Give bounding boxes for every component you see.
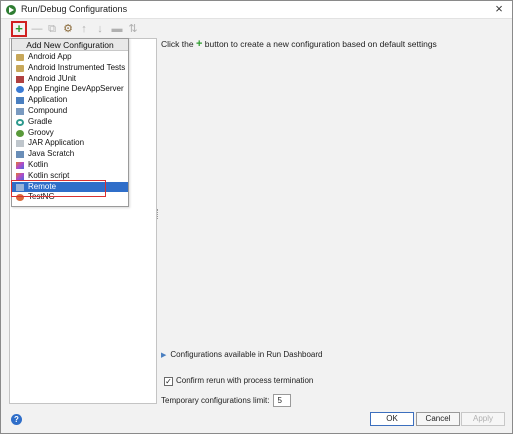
junit-icon — [16, 75, 24, 83]
kotlin-script-icon — [16, 172, 24, 180]
popup-item-label: Application — [28, 95, 68, 105]
android-icon — [16, 54, 24, 61]
popup-header: Add New Configuration — [12, 39, 128, 51]
appengine-icon — [16, 86, 24, 94]
confirm-rerun-row: ✓ Confirm rerun with process termination — [164, 375, 313, 387]
testng-icon — [16, 194, 24, 202]
confirm-rerun-checkbox[interactable]: ✓ — [164, 377, 173, 386]
apply-button[interactable]: Apply — [461, 412, 505, 426]
panel-splitter[interactable] — [157, 209, 159, 219]
popup-item-app-engine[interactable]: App Engine DevAppServer — [12, 84, 128, 95]
plus-icon: + — [195, 38, 203, 50]
temp-limit-label: Temporary configurations limit: — [161, 396, 270, 405]
configuration-type-list: Android App Android Instrumented Tests A… — [12, 52, 128, 203]
confirm-rerun-label: Confirm rerun with process termination — [176, 376, 314, 385]
dashboard-label: Configurations available in Run Dashboar… — [170, 350, 323, 359]
groovy-icon — [16, 129, 24, 137]
sort-icon[interactable]: ⇅ — [126, 22, 140, 36]
run-icon — [6, 5, 16, 15]
minus-icon[interactable]: — — [30, 22, 44, 36]
gradle-icon — [16, 118, 24, 126]
window-title: Run/Debug Configurations — [21, 4, 128, 14]
popup-item-jar-application[interactable]: JAR Application — [12, 138, 128, 149]
run-debug-configurations-dialog: Run/Debug Configurations × + — ⧉ ⚙ ↑ ↓ ▬… — [0, 0, 513, 434]
popup-item-kotlin-script[interactable]: Kotlin script — [12, 171, 128, 182]
popup-item-label: Android Instrumented Tests — [28, 62, 126, 72]
popup-item-label: Gradle — [28, 116, 53, 126]
empty-state-hint: Click the + button to create a new confi… — [161, 38, 437, 50]
popup-item-label: Groovy — [28, 127, 54, 137]
popup-item-gradle[interactable]: Gradle — [12, 117, 128, 128]
title-bar: Run/Debug Configurations × — [1, 1, 512, 19]
popup-item-java-scratch[interactable]: Java Scratch — [12, 149, 128, 160]
close-icon[interactable]: × — [492, 2, 506, 16]
popup-item-label: Kotlin — [28, 159, 49, 169]
arrow-up-icon[interactable]: ↑ — [77, 22, 91, 36]
plus-icon[interactable]: + — [11, 21, 27, 37]
android-icon — [16, 64, 24, 72]
jar-icon — [16, 140, 24, 148]
ok-button[interactable]: OK — [370, 412, 414, 426]
popup-item-label: Kotlin script — [28, 170, 70, 180]
wrench-icon[interactable]: ⚙ — [61, 22, 75, 36]
application-icon — [16, 97, 24, 105]
compound-icon — [16, 107, 24, 115]
temp-limit-row: Temporary configurations limit: 5 — [161, 394, 292, 408]
popup-item-label: Remote — [28, 181, 57, 191]
help-icon[interactable]: ? — [11, 414, 22, 425]
temp-limit-input[interactable]: 5 — [273, 394, 292, 407]
arrow-down-icon[interactable]: ↓ — [93, 22, 107, 36]
popup-item-label: JAR Application — [28, 138, 85, 148]
popup-item-compound[interactable]: Compound — [12, 106, 128, 117]
popup-item-groovy[interactable]: Groovy — [12, 128, 128, 139]
add-new-configuration-popup: Add New Configuration Android App Androi… — [11, 38, 129, 207]
popup-item-label: Compound — [28, 105, 68, 115]
popup-item-label: Java Scratch — [28, 149, 75, 159]
chevron-right-icon: ▶ — [161, 352, 167, 359]
copy-icon[interactable]: ⧉ — [45, 22, 59, 36]
configurations-toolbar: + — ⧉ ⚙ ↑ ↓ ▬ ⇅ — [9, 21, 149, 38]
remote-icon — [16, 183, 24, 191]
popup-item-remote[interactable]: Remote — [12, 181, 128, 193]
popup-item-android-junit[interactable]: Android JUnit — [12, 74, 128, 85]
hint-prefix: Click the — [161, 39, 194, 49]
popup-item-android-app[interactable]: Android App — [12, 52, 128, 63]
folder-icon[interactable]: ▬ — [110, 22, 124, 36]
popup-item-label: TestNG — [28, 192, 55, 202]
popup-item-label: Android App — [28, 52, 72, 61]
popup-item-label: App Engine DevAppServer — [28, 84, 124, 94]
popup-item-label: Android JUnit — [28, 73, 77, 83]
scratch-icon — [16, 151, 24, 159]
kotlin-icon — [16, 161, 24, 169]
popup-item-application[interactable]: Application — [12, 95, 128, 106]
popup-item-kotlin[interactable]: Kotlin — [12, 160, 128, 171]
popup-item-android-instrumented-tests[interactable]: Android Instrumented Tests — [12, 63, 128, 74]
dialog-button-bar: ? OK Cancel Apply — [1, 410, 512, 434]
hint-suffix: button to create a new configuration bas… — [204, 39, 437, 49]
popup-item-testng[interactable]: TestNG — [12, 192, 128, 203]
run-dashboard-section[interactable]: ▶ Configurations available in Run Dashboa… — [161, 350, 322, 359]
cancel-button[interactable]: Cancel — [416, 412, 460, 426]
